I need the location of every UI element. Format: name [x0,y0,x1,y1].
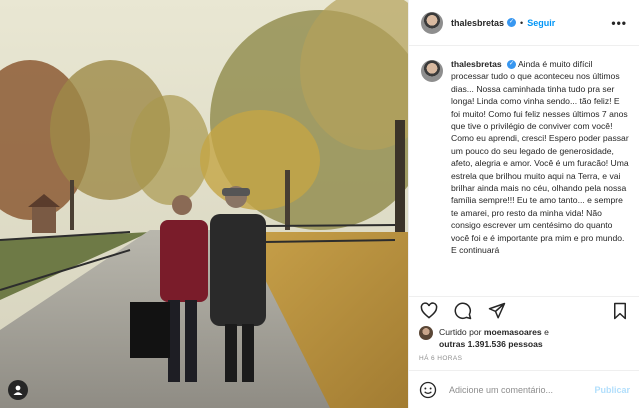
likes-summary: Curtido por moemasoares e outras 1.391.5… [419,326,634,350]
avatar[interactable] [421,11,443,34]
comment-box: Publicar [409,370,639,408]
likes-conjunction: e [544,327,549,337]
post-caption: thalesbretas ✓ Ainda é muito difícil pro… [409,58,639,290]
likes-count[interactable]: outras 1.391.536 pessoas [439,339,543,349]
photo-illustration [0,0,408,408]
emoji-icon[interactable] [419,381,437,399]
post-photo[interactable] [0,0,408,408]
heart-icon[interactable] [419,301,439,321]
verified-icon: ✓ [507,18,517,27]
liker-avatar[interactable] [419,326,433,340]
action-bar [409,296,639,324]
bookmark-icon[interactable] [610,301,630,321]
caption-verified-icon: ✓ [507,60,517,70]
username-link[interactable]: thalesbretas [451,18,504,28]
instagram-post: thalesbretas ✓ • Seguir ••• thalesbretas… [0,0,639,408]
separator-dot: • [520,17,524,28]
post-sidebar: thalesbretas ✓ • Seguir ••• thalesbretas… [408,0,639,408]
post-header: thalesbretas ✓ • Seguir ••• [409,0,639,46]
more-options-icon[interactable]: ••• [611,16,627,30]
comment-icon[interactable] [453,301,473,321]
post-timestamp[interactable]: HÁ 6 HORAS [419,355,462,362]
publish-button[interactable]: Publicar [594,385,630,395]
likes-prefix: Curtido por [439,327,482,337]
comment-input[interactable] [447,383,595,396]
caption-body: Ainda é muito difícil processar tudo o q… [451,59,629,256]
follow-button[interactable]: Seguir [527,18,555,28]
user-tag-icon[interactable] [8,380,28,400]
caption-username[interactable]: thalesbretas [451,59,502,69]
liker-username[interactable]: moemasoares [484,327,542,337]
likes-text: Curtido por moemasoares e outras 1.391.5… [439,326,549,350]
caption-text: thalesbretas ✓ Ainda é muito difícil pro… [451,58,630,257]
share-icon[interactable] [487,301,507,321]
caption-avatar[interactable] [421,60,443,82]
